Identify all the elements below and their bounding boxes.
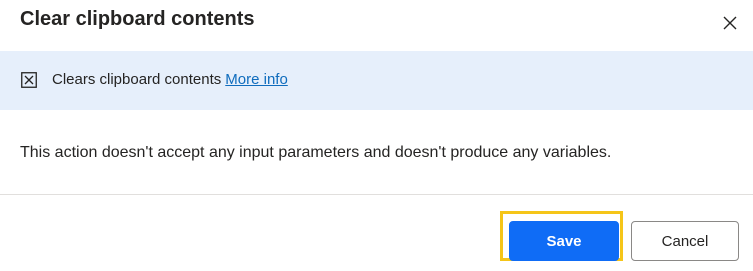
dialog-title: Clear clipboard contents (20, 8, 255, 30)
info-description: Clears clipboard contents More info (52, 71, 288, 88)
dialog: Clear clipboard contents Clears clipboar… (0, 0, 753, 271)
clipboard-x-icon (21, 72, 37, 88)
footer-divider (0, 194, 753, 195)
info-text: Clears clipboard contents (52, 71, 222, 88)
more-info-link[interactable]: More info (225, 71, 288, 88)
close-button[interactable] (717, 10, 743, 36)
cancel-button[interactable]: Cancel (631, 221, 739, 261)
close-icon (723, 16, 737, 30)
info-bar: Clears clipboard contents More info (0, 51, 753, 110)
save-button[interactable]: Save (509, 221, 619, 261)
body-message: This action doesn't accept any input par… (20, 144, 612, 161)
dialog-header: Clear clipboard contents (0, 0, 753, 44)
